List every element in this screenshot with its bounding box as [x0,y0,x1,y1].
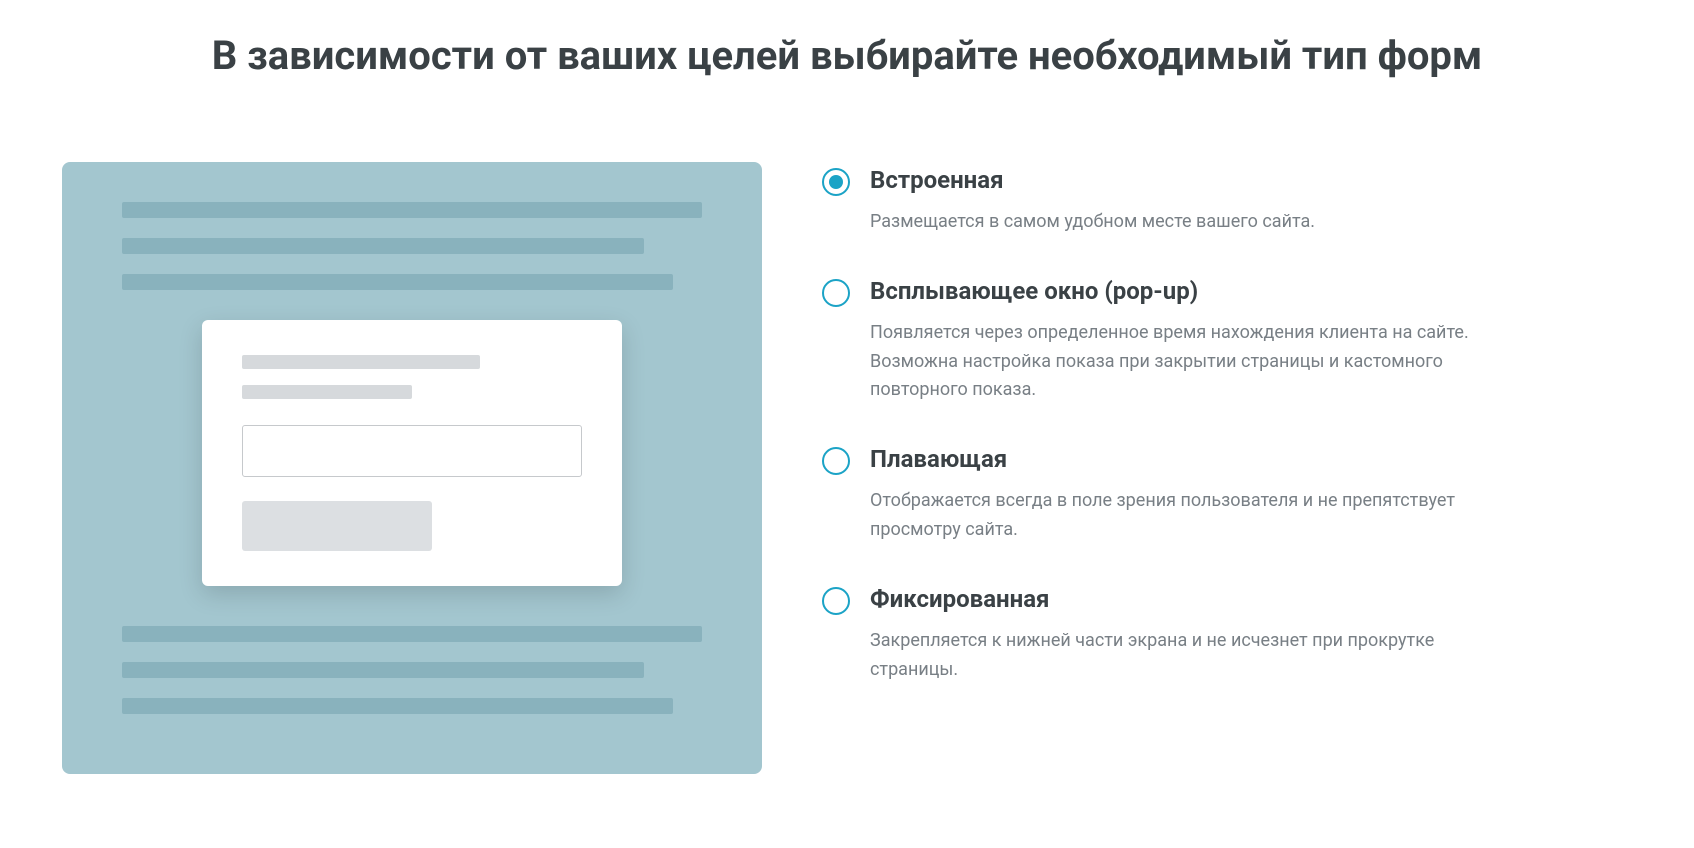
preview-text-line [122,238,644,254]
form-type-options: Встроенная Размещается в самом удобном м… [822,162,1632,724]
preview-form-button [242,501,432,551]
radio-icon [822,279,850,307]
preview-text-line [122,698,673,714]
preview-form-card [202,320,622,586]
preview-text-line [122,202,702,218]
page-heading: В зависимости от ваших целей выбирайте н… [147,30,1547,82]
option-description: Закрепляется к нижней части экрана и не … [870,627,1490,685]
preview-text-line [122,662,644,678]
preview-form-input [242,425,582,477]
option-title: Всплывающее окно (pop-up) [870,277,1632,305]
option-description: Появляется через определенное время нахо… [870,319,1490,405]
option-floating[interactable]: Плавающая Отображается всегда в поле зре… [822,445,1632,545]
preview-text-line [122,274,673,290]
form-preview [62,162,762,774]
radio-icon [822,168,850,196]
option-title: Фиксированная [870,585,1632,613]
option-embedded[interactable]: Встроенная Размещается в самом удобном м… [822,166,1632,237]
option-popup[interactable]: Всплывающее окно (pop-up) Появляется чер… [822,277,1632,405]
radio-icon [822,447,850,475]
radio-icon [822,587,850,615]
option-description: Размещается в самом удобном месте вашего… [870,208,1490,237]
option-description: Отображается всегда в поле зрения пользо… [870,487,1490,545]
preview-form-line [242,385,412,399]
option-fixed[interactable]: Фиксированная Закрепляется к нижней част… [822,585,1632,685]
option-title: Плавающая [870,445,1632,473]
preview-form-line [242,355,480,369]
preview-text-line [122,626,702,642]
option-title: Встроенная [870,166,1632,194]
